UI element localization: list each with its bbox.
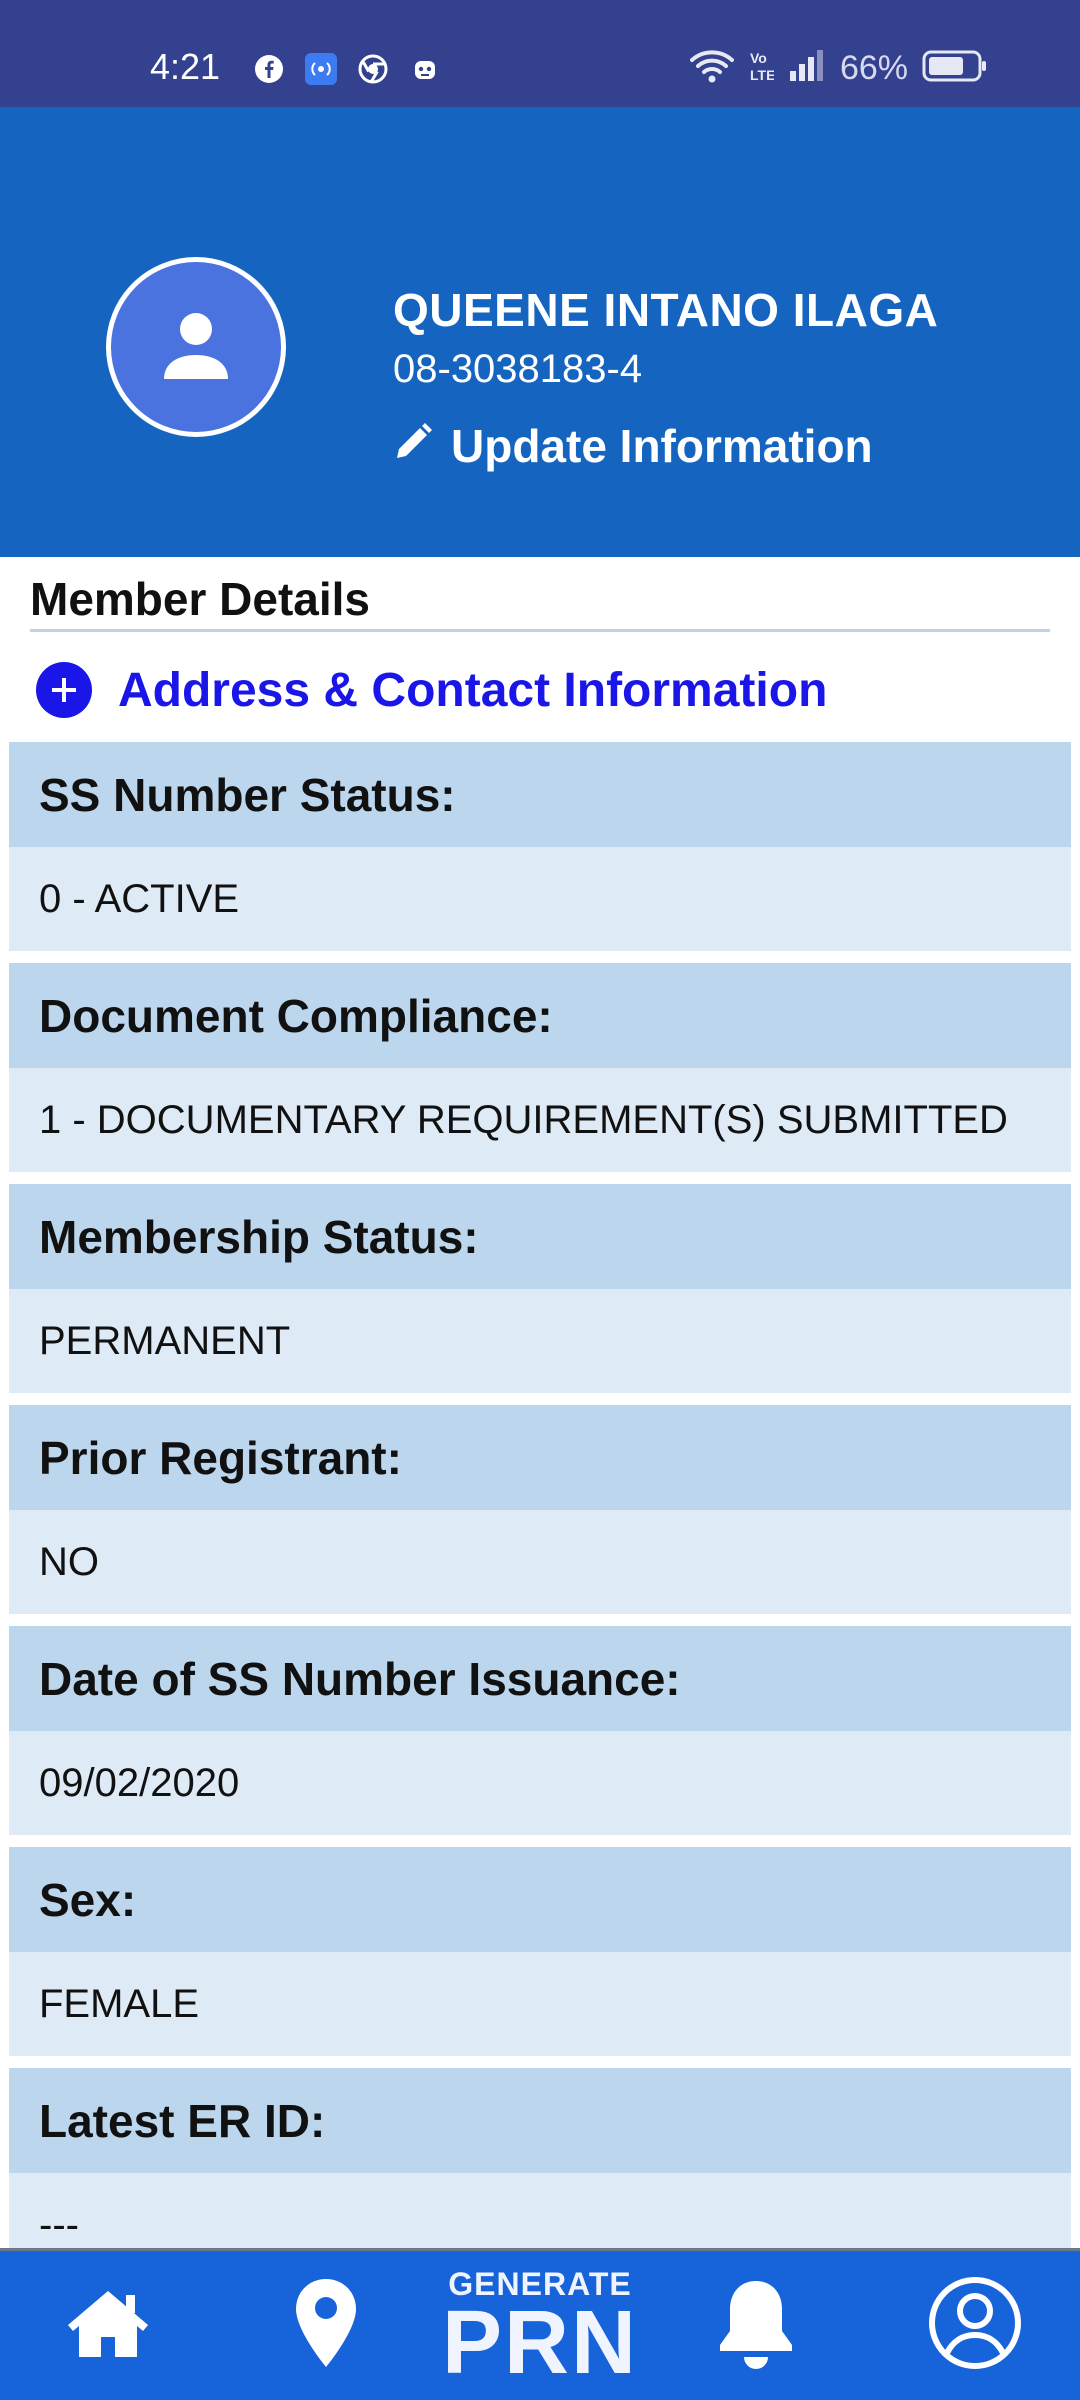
pencil-icon [393,419,433,473]
battery-icon [922,50,988,87]
field-label: Membership Status: [9,1184,1071,1289]
volte-icon: Vo LTE [748,48,775,89]
bell-icon [714,2275,798,2376]
member-name: QUEENE INTANO ILAGA [393,284,939,336]
status-bar: 4:21 Vo LTE 66% [0,0,1080,107]
member-fields-list: SS Number Status: 0 - ACTIVE Document Co… [9,742,1071,2289]
nav-home-button[interactable] [58,2251,158,2400]
svg-text:Vo: Vo [750,50,767,66]
field-value: NO [9,1510,1071,1614]
nav-profile-button[interactable] [920,2251,1030,2400]
broadcast-icon [304,52,338,86]
status-app-icons [252,52,442,86]
status-time: 4:21 [150,46,221,87]
field-label: Date of SS Number Issuance: [9,1626,1071,1731]
svg-text:LTE: LTE [750,67,774,83]
facebook-icon [252,52,286,86]
field-label: Prior Registrant: [9,1405,1071,1510]
user-circle-icon [927,2275,1023,2376]
field-label: Document Compliance: [9,963,1071,1068]
status-indicators: Vo LTE 66% [689,48,988,89]
field-date-of-issuance: Date of SS Number Issuance: 09/02/2020 [9,1626,1071,1835]
field-value: 0 - ACTIVE [9,847,1071,951]
update-information-button[interactable]: Update Information [393,419,873,473]
section-divider [30,629,1050,632]
nav-location-button[interactable] [276,2251,376,2400]
profile-header: QUEENE INTANO ILAGA 08-3038183-4 Update … [0,107,1080,557]
field-label: SS Number Status: [9,742,1071,847]
prn-label: PRN [441,2292,639,2393]
field-sex: Sex: FEMALE [9,1847,1071,2056]
field-document-compliance: Document Compliance: 1 - DOCUMENTARY REQ… [9,963,1071,1172]
home-icon [66,2287,150,2364]
field-value: FEMALE [9,1952,1071,2056]
address-contact-link[interactable]: Address & Contact Information [36,662,827,718]
nav-notifications-button[interactable] [706,2251,806,2400]
field-prior-registrant: Prior Registrant: NO [9,1405,1071,1614]
update-information-label: Update Information [451,420,873,472]
field-membership-status: Membership Status: PERMANENT [9,1184,1071,1393]
field-label: Latest ER ID: [9,2068,1071,2173]
field-value: 1 - DOCUMENTARY REQUIREMENT(S) SUBMITTED [9,1068,1071,1172]
plus-circle-icon [36,662,92,718]
section-title: Member Details [30,573,371,625]
nav-generate-prn-button[interactable]: GENERATE PRN [430,2251,650,2400]
bottom-nav: GENERATE PRN [0,2251,1080,2400]
ss-number: 08-3038183-4 [393,347,643,391]
chrome-icon [356,52,390,86]
field-value: PERMANENT [9,1289,1071,1393]
address-contact-label: Address & Contact Information [118,663,828,717]
avatar [106,257,286,437]
field-label: Sex: [9,1847,1071,1952]
robot-icon [408,52,442,86]
battery-percent: 66% [839,49,908,87]
location-pin-icon [293,2277,359,2374]
person-icon [156,305,236,390]
wifi-icon [689,48,734,89]
field-value: 09/02/2020 [9,1731,1071,1835]
signal-icon [788,49,826,88]
field-latest-er-id: Latest ER ID: --- [9,2068,1071,2277]
field-ss-number-status: SS Number Status: 0 - ACTIVE [9,742,1071,951]
